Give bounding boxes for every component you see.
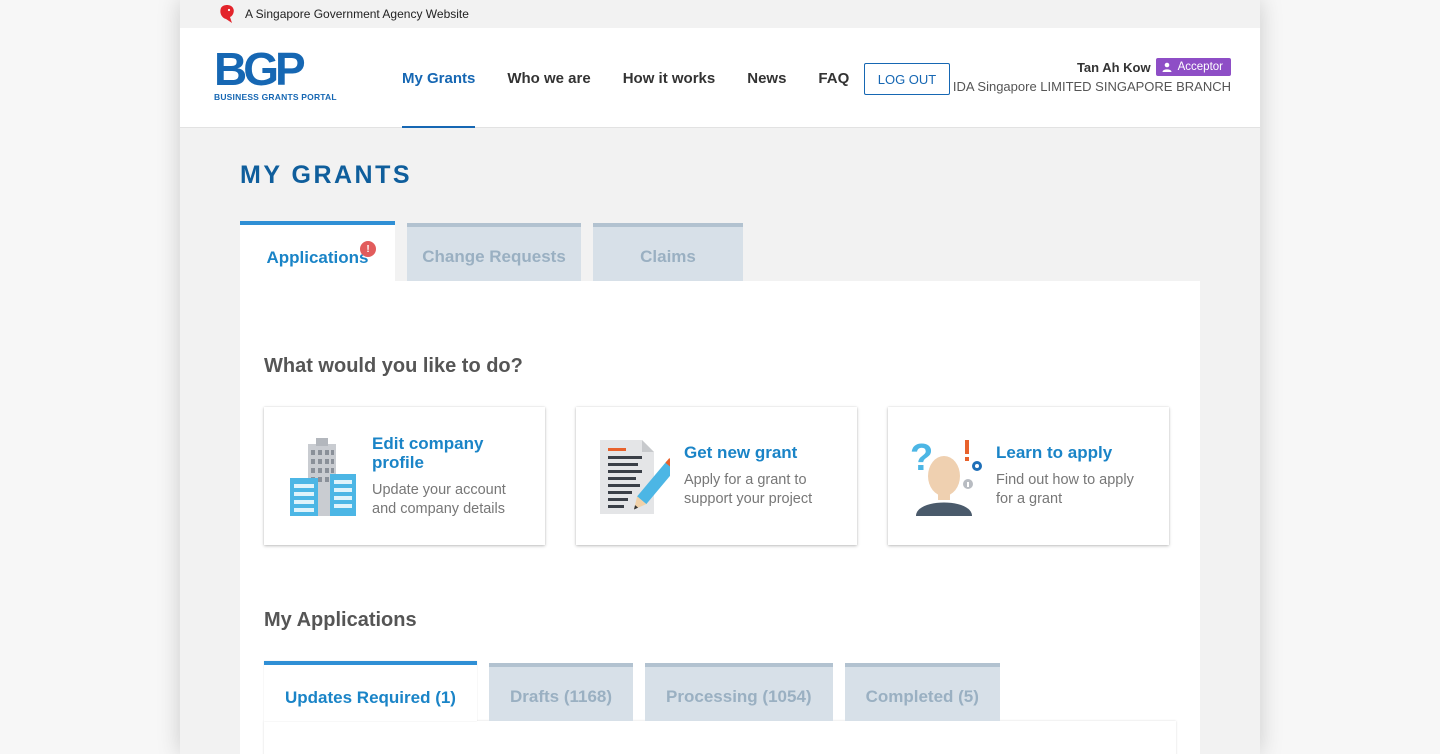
page-title: MY GRANTS <box>240 161 413 189</box>
get-new-grant-title: Get new grant <box>684 443 798 462</box>
page-frame: A Singapore Government Agency Website BG… <box>180 0 1260 754</box>
get-new-grant-text: Get new grant Apply for a grant to suppo… <box>684 443 812 509</box>
learn-to-apply-card[interactable]: ? Learn to apply Find out how to apply f… <box>888 407 1169 545</box>
nav-faq[interactable]: FAQ <box>818 28 849 128</box>
logo-mark: BGP <box>214 43 306 95</box>
edit-profile-desc: Update your account and company details <box>372 481 506 519</box>
applications-list-panel <box>264 721 1176 754</box>
building-icon <box>290 438 356 516</box>
alert-badge: ! <box>360 241 376 257</box>
gov-masthead: A Singapore Government Agency Website <box>180 0 1260 28</box>
my-applications-heading: My Applications <box>264 609 417 631</box>
card-title-line: Edit company <box>372 433 484 453</box>
card-desc-line: Find out how to apply <box>996 472 1134 488</box>
nav-news[interactable]: News <box>747 28 786 128</box>
nav-who-we-are[interactable]: Who we are <box>507 28 590 128</box>
role-label: Acceptor <box>1177 61 1223 73</box>
subtab-updates-required[interactable]: Updates Required (1) <box>264 661 477 721</box>
actions-heading: What would you like to do? <box>264 355 523 377</box>
role-badge: Acceptor <box>1155 58 1231 76</box>
tab-claims[interactable]: Claims <box>593 223 743 281</box>
bgp-logo[interactable]: BGP BUSINESS GRANTS PORTAL <box>214 46 344 102</box>
get-new-grant-card[interactable]: Get new grant Apply for a grant to suppo… <box>576 407 857 545</box>
user-name: Tan Ah Kow <box>1076 59 1151 75</box>
learn-to-apply-desc: Find out how to apply for a grant <box>996 471 1134 509</box>
learn-to-apply-title: Learn to apply <box>996 443 1113 462</box>
site-header: BGP BUSINESS GRANTS PORTAL My Grants Who… <box>180 28 1260 128</box>
main-content: MY GRANTS Applications ! Change Requests… <box>180 161 1260 754</box>
edit-profile-card[interactable]: Edit company profile Update your account… <box>264 407 545 545</box>
learn-to-apply-text: Learn to apply Find out how to apply for… <box>996 443 1134 509</box>
card-desc-line: and company details <box>372 500 505 517</box>
card-desc-line: Update your account <box>372 481 506 498</box>
tab-applications-label: Applications <box>266 247 369 267</box>
document-pencil-icon <box>600 440 670 514</box>
tab-applications[interactable]: Applications ! <box>240 221 395 281</box>
subtab-drafts[interactable]: Drafts (1168) <box>488 663 634 721</box>
edit-profile-title: Edit company profile <box>372 434 506 472</box>
application-status-tabs: Updates Required (1) Drafts (1168) Proce… <box>264 661 1200 721</box>
action-cards: Edit company profile Update your account… <box>264 407 1200 545</box>
user-organisation: IDA Singapore LIMITED SINGAPORE BRANCH <box>952 79 1231 94</box>
applications-panel: What would you like to do? Edit company … <box>240 281 1200 754</box>
person-question-icon: ? <box>910 437 982 516</box>
card-desc-line: for a grant <box>996 491 1063 507</box>
card-desc-line: support your project <box>684 491 813 507</box>
tab-change-requests[interactable]: Change Requests <box>407 223 581 281</box>
get-new-grant-desc: Apply for a grant to support your projec… <box>684 471 812 509</box>
subtab-processing[interactable]: Processing (1054) <box>645 663 833 721</box>
card-title-line: profile <box>372 452 424 472</box>
lion-head-icon <box>220 5 234 23</box>
subtab-completed[interactable]: Completed (5) <box>844 663 1000 721</box>
grant-tabs: Applications ! Change Requests Claims <box>240 221 1260 281</box>
logo-subtitle: BUSINESS GRANTS PORTAL <box>214 92 337 102</box>
edit-profile-text: Edit company profile Update your account… <box>372 434 506 519</box>
user-icon <box>1162 62 1172 72</box>
nav-how-it-works[interactable]: How it works <box>623 28 716 128</box>
logout-button[interactable]: LOG OUT <box>864 63 950 95</box>
nav-my-grants[interactable]: My Grants <box>402 28 476 128</box>
user-info: Tan Ah Kow Acceptor IDA Singapore LIMITE… <box>953 58 1231 94</box>
main-nav: My Grants Who we are How it works News F… <box>402 28 881 128</box>
card-desc-line: Apply for a grant to <box>684 472 807 488</box>
masthead-text: A Singapore Government Agency Website <box>245 7 469 21</box>
